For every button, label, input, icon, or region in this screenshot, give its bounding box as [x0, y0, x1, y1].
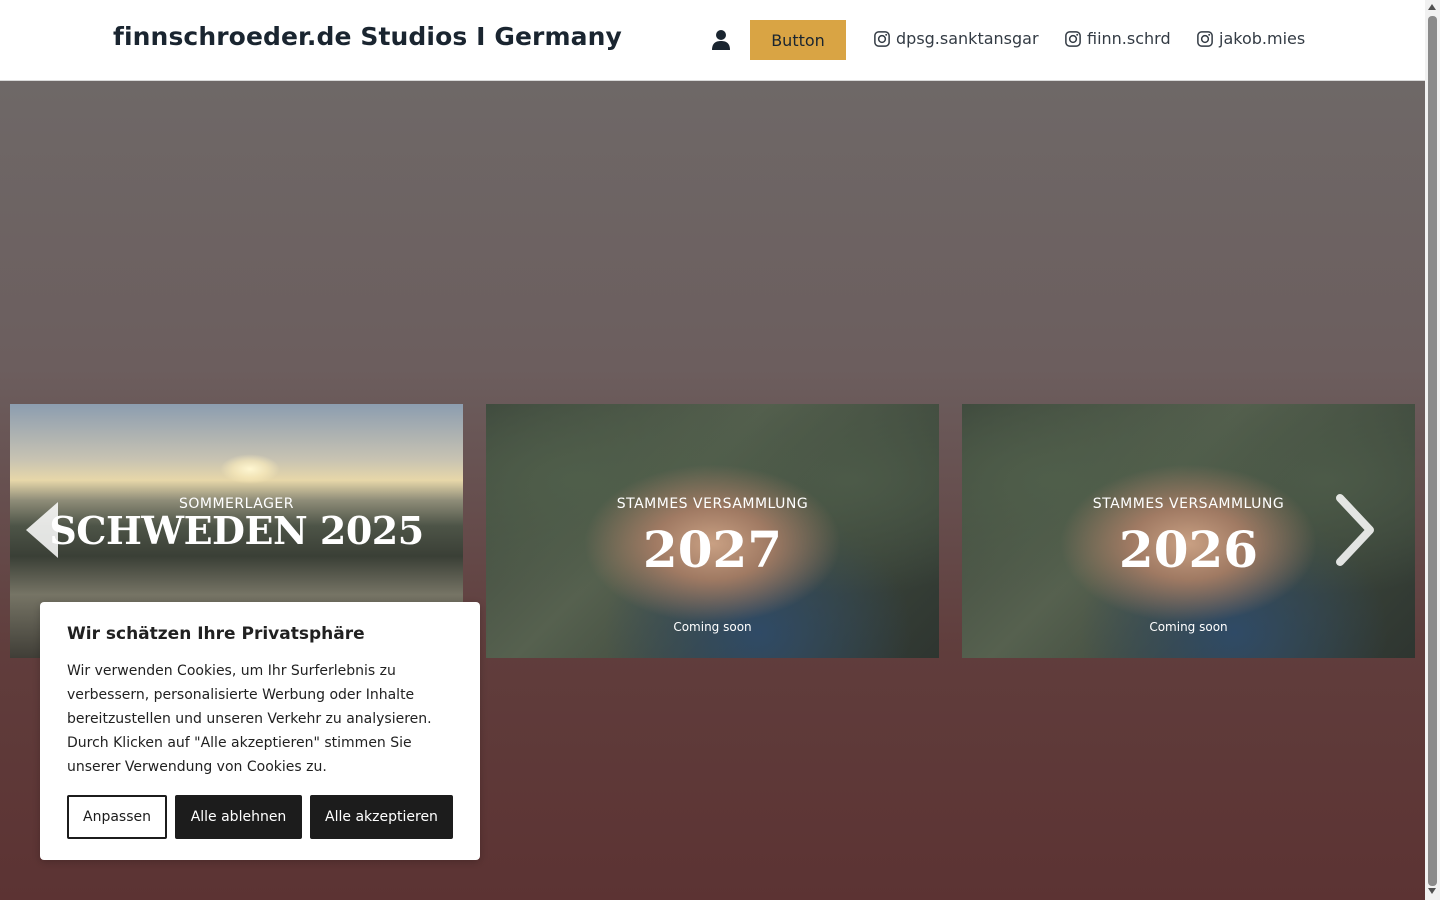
sunset-glow: [220, 454, 280, 484]
site-header: finnschroeder.de Studios I Germany Butto…: [0, 0, 1425, 81]
social-link-dpsg[interactable]: dpsg.sanktansgar: [873, 29, 1039, 48]
instagram-icon: [1065, 30, 1081, 47]
user-icon[interactable]: [709, 28, 733, 52]
slide-subtitle: Coming soon: [1149, 620, 1228, 634]
instagram-icon: [874, 30, 890, 47]
social-link-fiinn[interactable]: fiinn.schrd: [1064, 29, 1171, 48]
slide-title: 2027: [642, 520, 783, 579]
cookie-title: Wir schätzen Ihre Privatsphäre: [67, 624, 365, 644]
header-button[interactable]: Button: [750, 20, 846, 60]
social-label: dpsg.sanktansgar: [896, 29, 1039, 48]
scrollbar-thumb[interactable]: [1428, 16, 1437, 886]
slide-kicker: STAMMES VERSAMMLUNG: [616, 496, 809, 512]
instagram-icon: [1197, 30, 1213, 47]
chevron-left-icon[interactable]: [22, 494, 62, 566]
scroll-down-arrow-icon[interactable]: [1428, 888, 1436, 894]
site-title[interactable]: finnschroeder.de Studios I Germany: [113, 22, 622, 51]
social-label: jakob.mies: [1219, 29, 1306, 48]
scroll-up-arrow-icon[interactable]: [1428, 4, 1436, 10]
social-link-jakob[interactable]: jakob.mies: [1196, 29, 1305, 48]
reject-all-button[interactable]: Alle ablehnen: [175, 795, 302, 839]
cookie-text: Wir verwenden Cookies, um Ihr Surferlebn…: [67, 663, 432, 775]
accept-all-button[interactable]: Alle akzeptieren: [310, 795, 453, 839]
slide-subtitle: Coming soon: [673, 620, 752, 634]
slide-title: SCHWEDEN 2025: [49, 508, 424, 553]
vertical-scrollbar[interactable]: [1425, 0, 1440, 900]
chevron-right-icon[interactable]: [1334, 494, 1374, 566]
social-label: fiinn.schrd: [1087, 29, 1171, 48]
slide-versammlung-2027[interactable]: STAMMES VERSAMMLUNG 2027 Coming soon: [486, 404, 939, 658]
customize-button[interactable]: Anpassen: [67, 795, 167, 839]
cookie-banner: Wir schätzen Ihre Privatsphäre Wir verwe…: [40, 602, 480, 860]
